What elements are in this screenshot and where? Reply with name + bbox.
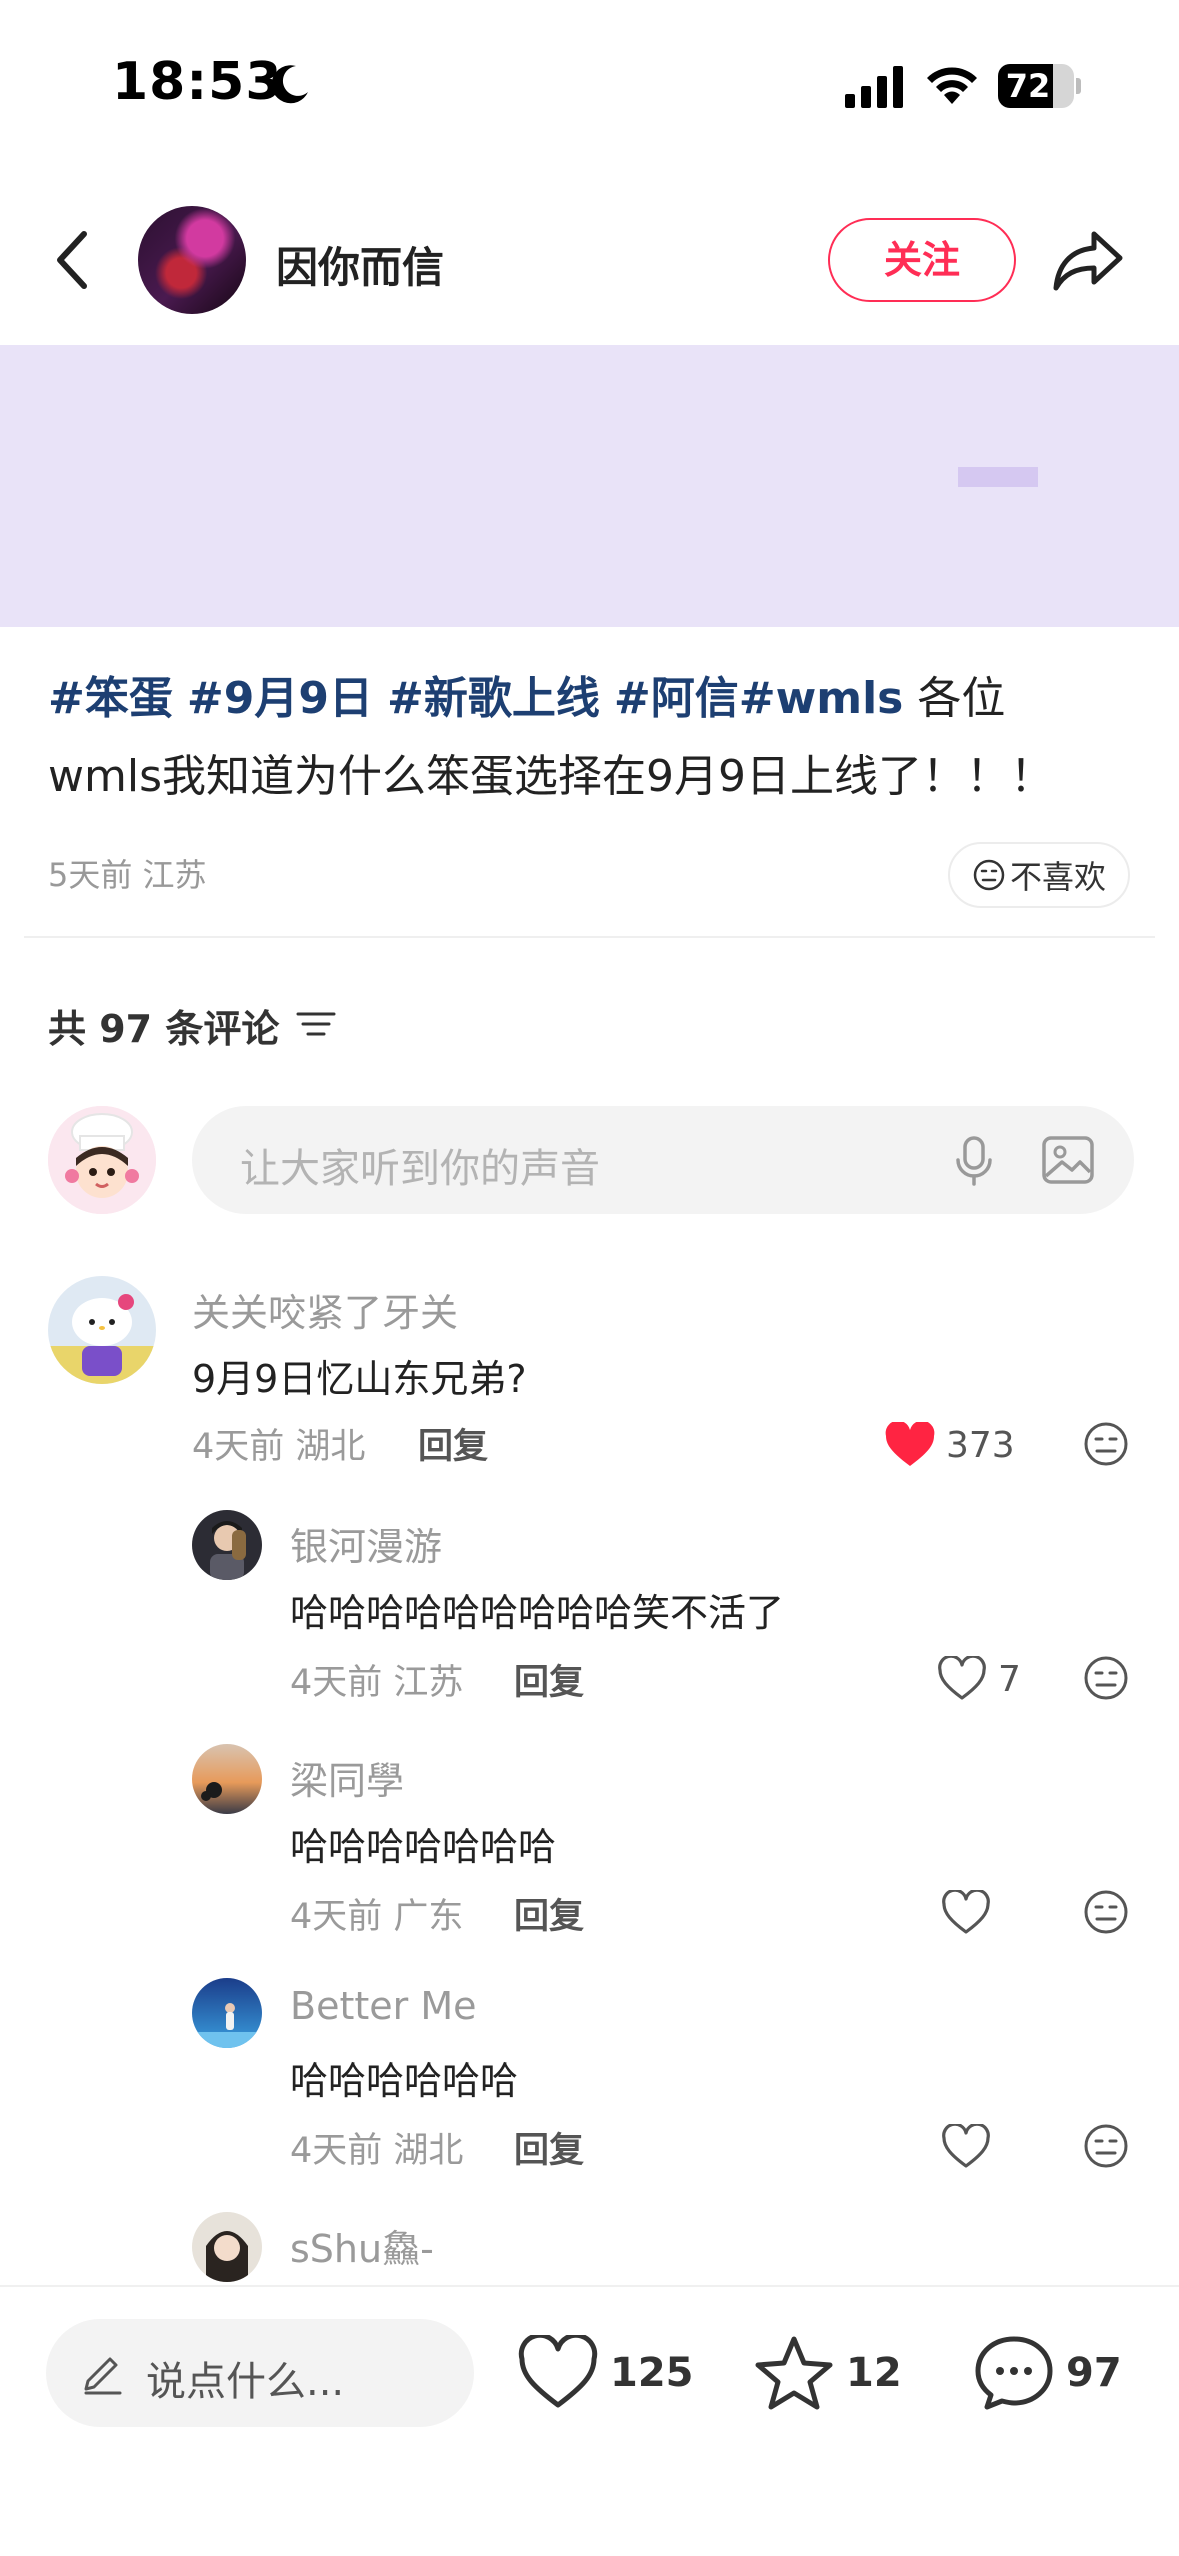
favorite-count: 12 xyxy=(846,2350,902,2396)
heart-icon xyxy=(942,2124,990,2168)
heart-icon xyxy=(885,1422,935,1466)
dislike-button[interactable]: 不喜欢 xyxy=(948,842,1130,908)
signal-icon xyxy=(845,66,903,108)
comment-avatar[interactable] xyxy=(192,1510,262,1580)
comment-author[interactable]: Better Me xyxy=(290,1984,477,2028)
comment-like[interactable]: 373 xyxy=(884,1420,1015,1470)
like-button[interactable]: 125 xyxy=(518,2333,694,2413)
moon-icon xyxy=(271,65,308,104)
face-icon[interactable] xyxy=(1082,2122,1130,2170)
comment-author[interactable]: 关关咬紧了牙关 xyxy=(192,1282,458,1337)
post-text-line-2: wmls我知道为什么笨蛋选择在9月9日上线了！！！ xyxy=(48,751,1054,802)
hashtag[interactable]: #阿信 xyxy=(614,673,739,724)
comment-avatar[interactable] xyxy=(192,1978,262,2048)
comment-author[interactable]: 银河漫游 xyxy=(290,1516,442,1571)
comment-author[interactable]: sShu鱻- xyxy=(290,2218,434,2273)
dislike-face-icon xyxy=(973,859,1005,891)
comment-avatar[interactable] xyxy=(192,2212,262,2282)
comment-like[interactable] xyxy=(940,1888,1002,1938)
comment-text: 哈哈哈哈哈哈哈 xyxy=(290,1825,557,1869)
image-icon[interactable] xyxy=(1040,1134,1096,1186)
like-count: 7 xyxy=(998,1658,1021,1700)
face-icon[interactable] xyxy=(1082,1654,1130,1702)
comment-meta: 4天前 湖北 xyxy=(192,1427,366,1467)
comment-icon xyxy=(975,2336,1053,2410)
author-name[interactable]: 因你而信 xyxy=(276,234,444,295)
author-avatar[interactable] xyxy=(138,206,246,314)
like-count: 125 xyxy=(610,2350,694,2396)
status-time: 18:53 xyxy=(112,52,283,112)
comment-button[interactable]: 97 xyxy=(974,2333,1122,2413)
comment-meta: 4天前 湖北 xyxy=(290,2131,464,2171)
comment-input-placeholder: 让大家听到你的声音 xyxy=(240,1146,600,1192)
sort-icon[interactable] xyxy=(296,1008,336,1040)
hashtag[interactable]: #新歌上线 xyxy=(387,673,600,724)
like-count: 373 xyxy=(946,1424,1015,1466)
dislike-label: 不喜欢 xyxy=(1009,858,1106,896)
reply-button[interactable]: 回复 xyxy=(418,1418,488,1469)
status-bar: 18:53 72 xyxy=(0,0,1179,170)
reply-button[interactable]: 回复 xyxy=(514,2122,584,2173)
comment-like[interactable] xyxy=(940,2122,1002,2172)
reply-button[interactable]: 回复 xyxy=(514,1654,584,1705)
wifi-icon xyxy=(927,67,977,104)
back-icon[interactable] xyxy=(44,220,104,300)
hashtag[interactable]: #wmls xyxy=(739,673,904,724)
battery-icon: 72 xyxy=(998,64,1081,108)
comment-author[interactable]: 梁同學 xyxy=(290,1750,404,1805)
heart-icon xyxy=(518,2335,598,2408)
comment-avatar[interactable] xyxy=(48,1276,156,1384)
share-icon[interactable] xyxy=(1052,226,1124,294)
post-meta: 5天前 江苏 xyxy=(48,856,207,894)
post-text-rest: 各位 xyxy=(917,673,1006,724)
heart-icon xyxy=(942,1890,990,1934)
face-icon[interactable] xyxy=(1082,1888,1130,1936)
mic-icon[interactable] xyxy=(946,1132,1002,1188)
say-something-placeholder: 说点什么... xyxy=(146,2359,345,2405)
comment-like[interactable]: 7 xyxy=(936,1654,1021,1704)
reply-button[interactable]: 回复 xyxy=(514,1888,584,1939)
pencil-icon xyxy=(84,2357,122,2395)
comment-text: 哈哈哈哈哈哈 xyxy=(290,2059,519,2103)
comment-text: 9月9日忆山东兄弟? xyxy=(192,1357,527,1401)
bottom-bar: 说点什么... 125 12 97 xyxy=(0,2285,1179,2556)
star-icon xyxy=(755,2336,833,2410)
comment-meta: 4天前 广东 xyxy=(290,1897,464,1937)
comment-count: 共 97 条评论 xyxy=(48,1007,280,1051)
hashtag[interactable]: #9月9日 xyxy=(187,673,373,724)
follow-button[interactable]: 关注 xyxy=(828,218,1016,302)
say-something-input[interactable]: 说点什么... xyxy=(46,2319,474,2427)
my-avatar xyxy=(48,1106,156,1214)
battery-level: 72 xyxy=(1005,67,1051,105)
divider xyxy=(24,936,1155,938)
heart-icon xyxy=(938,1656,986,1700)
face-icon[interactable] xyxy=(1082,1420,1130,1468)
comment-input[interactable]: 让大家听到你的声音 xyxy=(192,1106,1134,1214)
comment-avatar[interactable] xyxy=(192,1744,262,1814)
post-image[interactable] xyxy=(0,345,1179,627)
post-text-line-1: #笨蛋 #9月9日 #新歌上线 #阿信#wmls 各位 xyxy=(48,660,1138,738)
favorite-button[interactable]: 12 xyxy=(754,2333,902,2413)
comment-meta: 4天前 江苏 xyxy=(290,1663,464,1703)
post-header: 因你而信 关注 xyxy=(0,200,1179,330)
comment-text: 哈哈哈哈哈哈哈哈哈笑不活了 xyxy=(290,1591,785,1635)
post-text: #笨蛋 #9月9日 #新歌上线 #阿信#wmls 各位 wmls我知道为什么笨蛋… xyxy=(48,660,1138,816)
image-mark xyxy=(958,467,1038,487)
comment-total: 97 xyxy=(1066,2350,1122,2396)
hashtag[interactable]: #笨蛋 xyxy=(48,673,173,724)
